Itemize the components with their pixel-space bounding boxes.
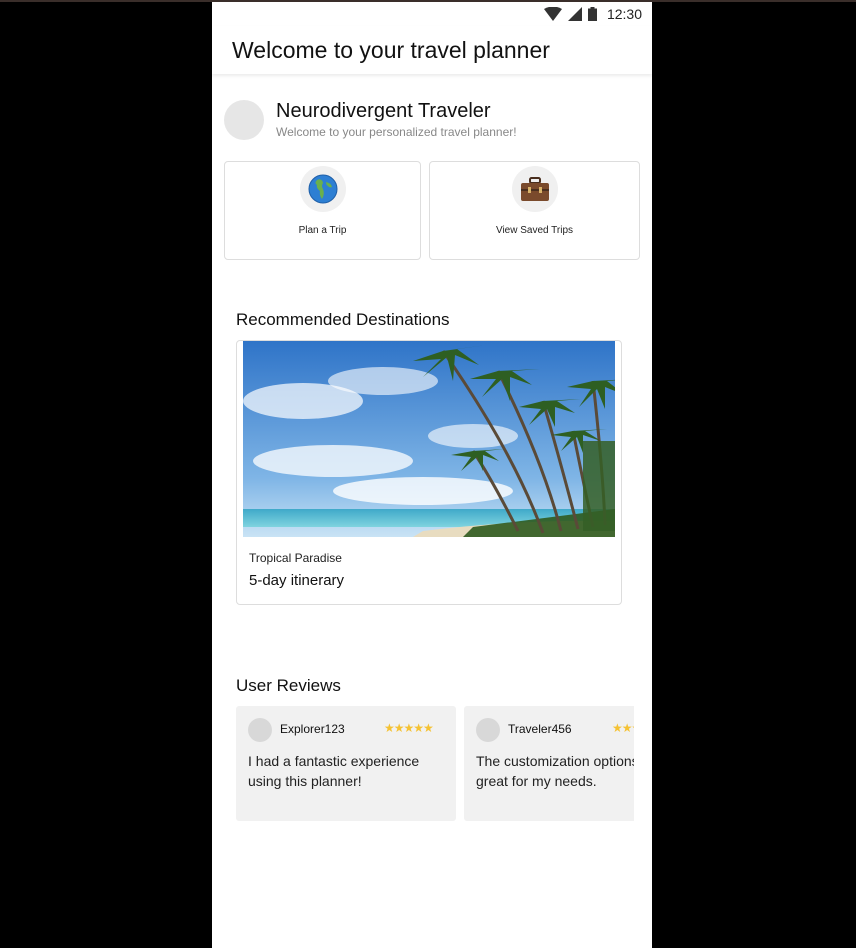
reviews-carousel[interactable]: Explorer123 ★★★★★ I had a fantastic expe… — [236, 706, 634, 822]
profile-name: Neurodivergent Traveler — [276, 100, 491, 122]
star-rating: ★★★★★ — [384, 721, 434, 735]
review-text: The customization options are great for … — [476, 753, 634, 789]
avatar[interactable] — [224, 100, 264, 140]
briefcase-icon — [511, 166, 558, 212]
plan-trip-label: Plan a Trip — [298, 225, 347, 236]
wifi-icon — [543, 7, 562, 21]
globe-icon — [299, 166, 346, 212]
signal-icon — [567, 7, 582, 21]
review-card[interactable]: Explorer123 ★★★★★ I had a fantastic expe… — [236, 706, 456, 821]
tropical-beach-image — [243, 341, 615, 537]
status-bar: 12:30 — [212, 2, 652, 26]
review-text: I had a fantastic experience using this … — [248, 753, 420, 789]
battery-icon — [587, 7, 597, 21]
plan-trip-button[interactable]: Plan a Trip — [224, 161, 421, 260]
view-saved-trips-label: View Saved Trips — [495, 225, 574, 236]
star-rating: ★★★★★ — [612, 721, 634, 735]
reviews-heading: User Reviews — [236, 676, 341, 695]
recommended-heading: Recommended Destinations — [236, 310, 450, 329]
status-icons: 12:30 — [543, 6, 642, 22]
view-saved-trips-button[interactable]: View Saved Trips — [429, 161, 640, 260]
destination-title: 5-day itinerary — [249, 572, 345, 589]
avatar — [476, 718, 500, 742]
phone-screen: 12:30 Welcome to your travel planner Neu… — [212, 2, 652, 948]
destination-card[interactable]: Tropical Paradise 5-day itinerary — [236, 340, 622, 605]
app-bar: Welcome to your travel planner — [212, 26, 652, 74]
avatar — [248, 718, 272, 742]
profile-header: Neurodivergent Traveler Welcome to your … — [224, 100, 644, 144]
reviewer-name: Traveler456 — [508, 722, 572, 736]
review-card[interactable]: Traveler456 ★★★★★ The customization opti… — [464, 706, 634, 821]
page-title: Welcome to your travel planner — [232, 37, 550, 63]
reviewer-name: Explorer123 — [280, 722, 345, 736]
destination-subtitle: Tropical Paradise — [249, 551, 342, 565]
profile-subtitle: Welcome to your personalized travel plan… — [276, 125, 517, 139]
status-time: 12:30 — [606, 6, 642, 22]
